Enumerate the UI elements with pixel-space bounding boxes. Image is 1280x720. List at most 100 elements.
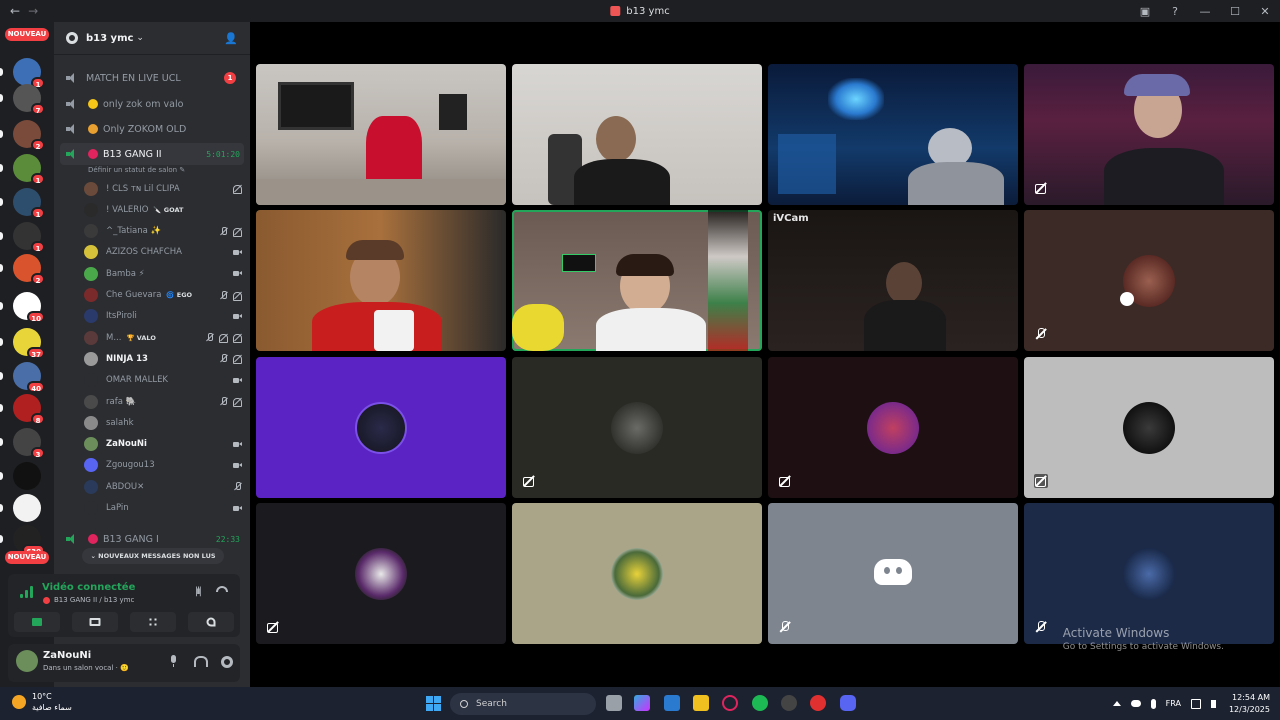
voice-member[interactable]: rafa 🐘 (84, 391, 244, 412)
video-tile[interactable] (512, 357, 762, 498)
new-unread-messages-bar[interactable]: ⌄ NOUVEAUX MESSAGES NON LUS (82, 548, 224, 564)
set-channel-status[interactable]: Définir un statut de salon ✎ (88, 166, 185, 174)
video-tile[interactable] (256, 503, 506, 644)
input-language[interactable]: FRA (1166, 699, 1181, 708)
video-tile[interactable]: iVCam (768, 210, 1018, 351)
spotify-icon[interactable] (752, 695, 768, 711)
cloud-icon[interactable] (1130, 700, 1141, 707)
headphones-icon[interactable] (194, 655, 208, 667)
server-icon[interactable]: 2 (13, 254, 45, 285)
server-icon[interactable]: 1 (13, 154, 45, 185)
help-icon[interactable]: ? (1160, 5, 1190, 18)
server-icon[interactable]: 8 (13, 394, 45, 425)
volume-icon[interactable] (1210, 699, 1219, 708)
file-explorer-icon[interactable] (693, 695, 709, 711)
channel-b13-gang-i[interactable]: B13 GANG I 22:33 (60, 528, 244, 550)
server-icon[interactable]: 10 (13, 292, 45, 323)
server-icon[interactable]: 37 (13, 328, 45, 359)
inbox-icon[interactable]: ▣ (1130, 5, 1160, 18)
video-tile[interactable] (256, 64, 506, 205)
voice-channel-item[interactable]: B13 GANG II 5:01:20 (60, 143, 244, 165)
server-icon[interactable]: 1 (13, 222, 45, 253)
noise-suppression-icon[interactable]: |ılı| (195, 586, 202, 597)
server-header[interactable]: b13 ymc ⌄ 👤 (54, 22, 250, 55)
video-tile[interactable] (256, 210, 506, 351)
video-tile[interactable] (1024, 210, 1274, 351)
signal-icon[interactable] (20, 586, 34, 598)
video-tile[interactable] (768, 357, 1018, 498)
clock-date: 12/3/2025 (1228, 704, 1270, 714)
steam-icon[interactable] (781, 695, 797, 711)
settings-gear-icon[interactable] (220, 655, 233, 668)
server-icon[interactable]: 2 (13, 120, 45, 151)
server-icon[interactable]: 630 (13, 525, 45, 556)
camera-button[interactable] (14, 612, 60, 632)
opera-icon[interactable] (722, 695, 738, 711)
voice-channel-path[interactable]: B13 GANG II / b13 ymc (54, 596, 134, 604)
disconnect-icon[interactable] (216, 586, 228, 592)
start-button[interactable] (426, 696, 441, 711)
microphone-icon[interactable] (1150, 698, 1156, 709)
soundboard-button[interactable] (188, 612, 234, 632)
server-icon[interactable] (13, 494, 41, 522)
network-icon[interactable] (1190, 698, 1201, 709)
server-icon[interactable]: 1 (13, 188, 45, 219)
microphone-icon[interactable] (168, 655, 180, 667)
voice-member[interactable]: ItsPiroli (84, 306, 244, 327)
activities-button[interactable] (130, 612, 176, 632)
copilot-icon[interactable] (634, 695, 650, 711)
server-icon[interactable]: 40 (13, 362, 45, 393)
forward-arrow-icon[interactable]: → (28, 4, 38, 18)
voice-member[interactable]: Che Guevara 🌀 EGO (84, 285, 244, 306)
voice-member[interactable]: Bamba ⚡ (84, 263, 244, 284)
video-tile[interactable] (768, 503, 1018, 644)
video-tile[interactable] (768, 64, 1018, 205)
task-view-icon[interactable] (606, 695, 622, 711)
voice-member[interactable]: salahk (84, 412, 244, 433)
chevron-up-icon[interactable] (1112, 701, 1121, 706)
voice-member[interactable]: M... 🏆 VALO (84, 327, 244, 348)
username[interactable]: ZaNouNi (43, 650, 91, 661)
minimize-button[interactable]: — (1190, 5, 1220, 18)
screen-share-button[interactable] (72, 612, 118, 632)
voice-member[interactable]: AZIZOS CHAFCHA (84, 242, 244, 263)
voice-member[interactable]: ! VALERIO 🔪 GOAT (84, 199, 244, 220)
voice-channel-item[interactable]: Only ZOKOM OLD (60, 118, 244, 140)
invite-people-icon[interactable]: 👤 (224, 32, 238, 45)
server-icon[interactable]: 1 (13, 58, 45, 89)
voice-member[interactable]: ZaNouNi (84, 434, 244, 455)
new-unread-bottom-pill[interactable]: NOUVEAU (5, 551, 49, 564)
server-icon[interactable] (13, 462, 41, 490)
close-button[interactable]: ✕ (1250, 5, 1280, 18)
taskbar-search[interactable]: Search (450, 693, 596, 715)
voice-member[interactable]: NINJA 13 (84, 348, 244, 369)
voice-channel-item[interactable]: MATCH EN LIVE UCL 1 (60, 67, 244, 89)
server-icon[interactable]: 3 (13, 428, 45, 459)
voice-member[interactable]: Zgougou13 (84, 455, 244, 476)
app-icon[interactable] (810, 695, 826, 711)
voice-status-title[interactable]: Vidéo connectée (42, 582, 135, 593)
avatar[interactable] (16, 650, 38, 672)
voice-member[interactable]: LaPin (84, 498, 244, 519)
new-unread-top-pill[interactable]: NOUVEAU (5, 28, 49, 41)
voice-member[interactable]: OMAR MALLEK (84, 370, 244, 391)
video-tile[interactable] (1024, 64, 1274, 205)
server-icon[interactable]: 7 (13, 84, 45, 115)
store-icon[interactable] (664, 695, 680, 711)
video-tile[interactable] (512, 503, 762, 644)
video-tile-speaking[interactable] (512, 210, 762, 351)
back-arrow-icon[interactable]: ← (10, 4, 20, 18)
video-tile[interactable] (1024, 503, 1274, 644)
voice-channel-item[interactable]: only zok om valo (60, 93, 244, 115)
member-status-icons (233, 376, 242, 385)
weather-widget[interactable]: 10°C سماء صافية (12, 691, 72, 713)
clock[interactable]: 12:54 AM 12/3/2025 (1229, 692, 1270, 716)
video-tile[interactable] (1024, 357, 1274, 498)
maximize-button[interactable]: ☐ (1220, 5, 1250, 18)
voice-member[interactable]: ! CLS ᴛɴ Lil CLIPA (84, 178, 244, 199)
voice-member[interactable]: ABDOU✕ (84, 476, 244, 497)
video-tile[interactable] (256, 357, 506, 498)
discord-icon[interactable] (840, 695, 856, 711)
voice-member[interactable]: ^_Tatiana ✨ (84, 221, 244, 242)
video-tile[interactable] (512, 64, 762, 205)
